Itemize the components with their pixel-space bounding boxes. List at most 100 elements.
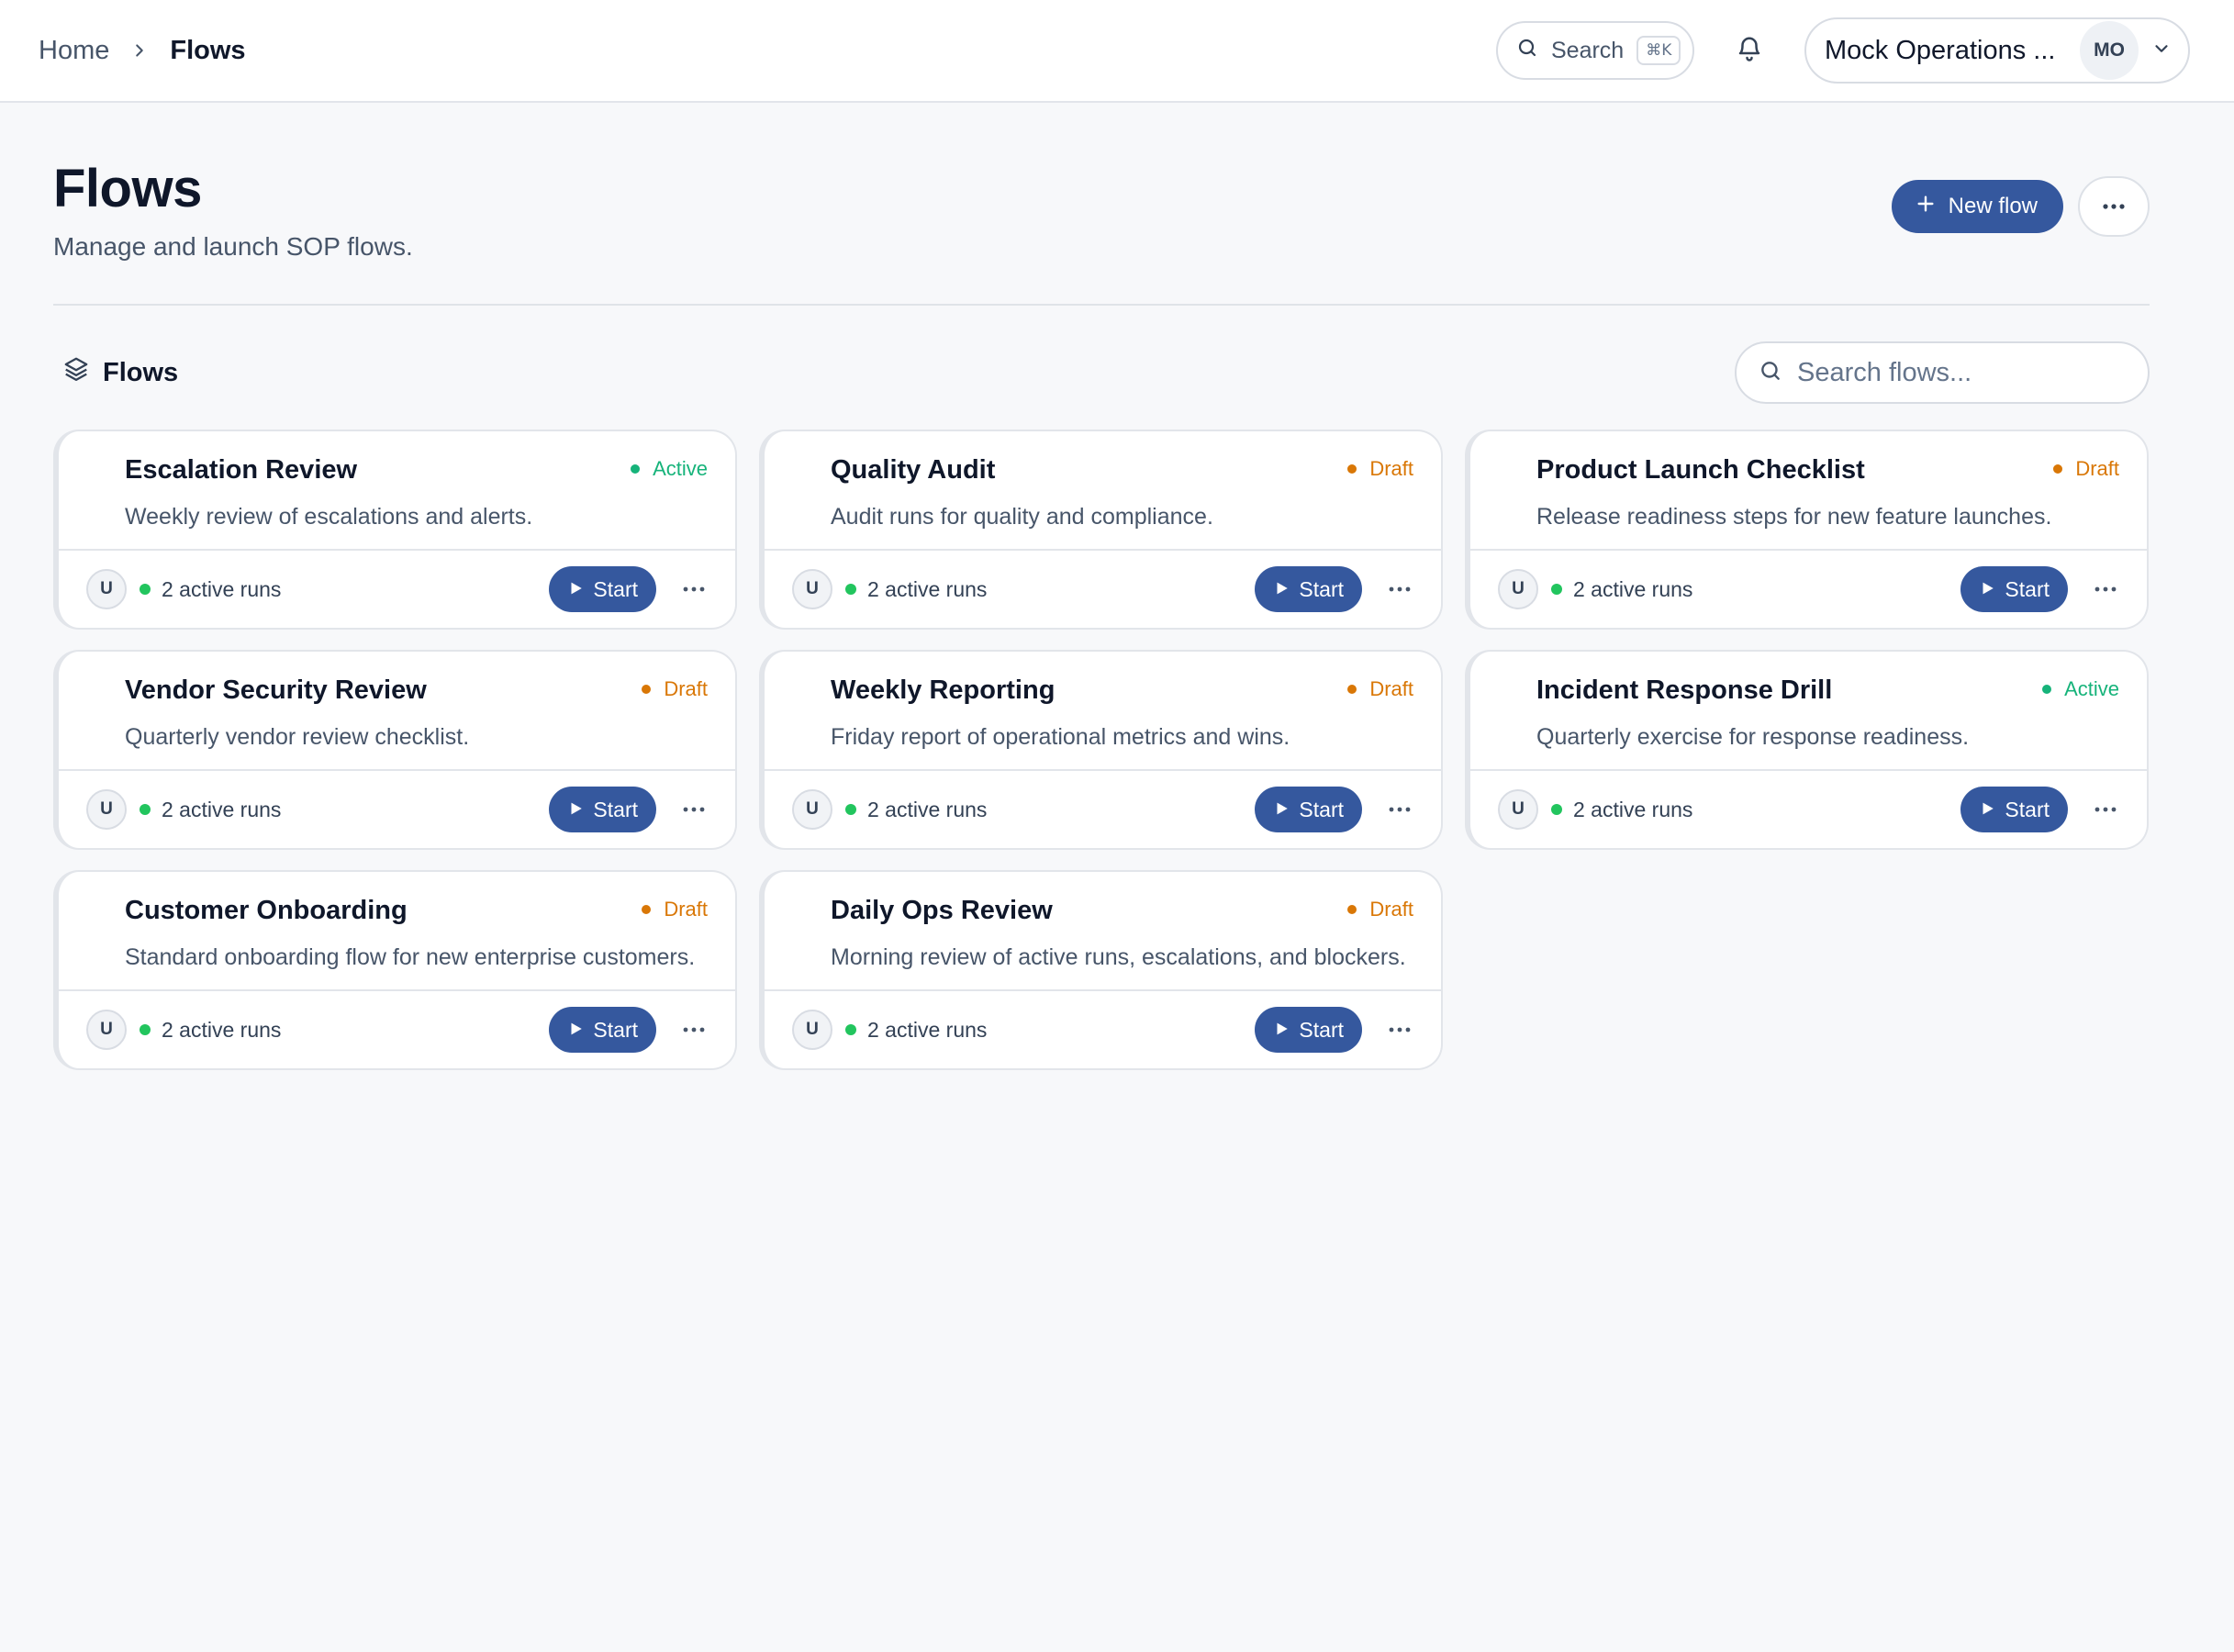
flow-title: Weekly Reporting	[831, 675, 1056, 705]
status-badge: Draft	[1347, 677, 1413, 701]
status-label: Draft	[1369, 898, 1413, 921]
active-runs-count: 2 active runs	[867, 576, 988, 601]
status-label: Draft	[664, 898, 708, 921]
more-horizontal-icon[interactable]	[1384, 1014, 1415, 1045]
search-icon	[1516, 37, 1538, 65]
status-label: Draft	[2075, 457, 2119, 480]
start-label: Start	[2005, 576, 2050, 601]
play-icon	[1273, 577, 1290, 602]
flow-description: Morning review of active runs, escalatio…	[831, 944, 1406, 970]
breadcrumb-home-link[interactable]: Home	[39, 36, 109, 66]
flow-card[interactable]: Daily Ops Review Morning review of activ…	[759, 870, 1443, 1070]
start-button[interactable]: Start	[549, 1007, 656, 1053]
start-label: Start	[593, 1017, 638, 1042]
org-name: Mock Operations ...	[1825, 35, 2056, 65]
flow-title: Quality Audit	[831, 455, 996, 485]
search-shortcut-badge: ⌘K	[1636, 36, 1681, 65]
start-button[interactable]: Start	[1255, 787, 1362, 832]
more-horizontal-icon	[2102, 198, 2126, 215]
header-divider	[53, 304, 2150, 306]
avatar: U	[86, 569, 127, 609]
start-label: Start	[593, 576, 638, 601]
play-icon	[567, 577, 584, 602]
start-button[interactable]: Start	[549, 566, 656, 612]
flow-card[interactable]: Quality Audit Audit runs for quality and…	[759, 430, 1443, 630]
run-status-dot	[140, 1024, 151, 1035]
status-badge: Draft	[1347, 898, 1413, 921]
page-title: Flows	[53, 159, 202, 218]
new-flow-label: New flow	[1948, 194, 2038, 218]
more-horizontal-icon[interactable]	[678, 1014, 709, 1045]
flow-card[interactable]: Vendor Security Review Quarterly vendor …	[53, 650, 737, 850]
flow-card[interactable]: Weekly Reporting Friday report of operat…	[759, 650, 1443, 850]
status-label: Draft	[664, 677, 708, 700]
more-horizontal-icon[interactable]	[1384, 794, 1415, 825]
flow-search	[1735, 341, 2150, 404]
start-button[interactable]: Start	[1960, 787, 2068, 832]
more-horizontal-icon[interactable]	[678, 794, 709, 825]
play-icon	[1979, 577, 1995, 602]
plus-icon	[1916, 194, 1936, 220]
flow-title: Escalation Review	[125, 455, 358, 485]
active-runs-count: 2 active runs	[867, 1017, 988, 1042]
status-label: Active	[2064, 677, 2119, 700]
flow-card[interactable]: Incident Response Drill Quarterly exerci…	[1465, 650, 2149, 850]
global-search-label: Search	[1551, 37, 1625, 63]
avatar: U	[1498, 569, 1538, 609]
flow-description: Quarterly exercise for response readines…	[1536, 724, 1970, 750]
run-status-dot	[1551, 804, 1562, 815]
status-dot	[631, 464, 641, 474]
active-runs-count: 2 active runs	[1573, 797, 1693, 821]
chevron-right-icon	[129, 40, 150, 61]
status-label: Draft	[1369, 677, 1413, 700]
flows-section-bar: Flows	[53, 341, 2150, 404]
start-button[interactable]: Start	[1255, 1007, 1362, 1053]
avatar: U	[792, 569, 832, 609]
status-dot	[1347, 685, 1357, 694]
flow-card[interactable]: Escalation Review Weekly review of escal…	[53, 430, 737, 630]
start-label: Start	[593, 797, 638, 821]
flow-card[interactable]: Product Launch Checklist Release readine…	[1465, 430, 2149, 630]
play-icon	[1979, 798, 1995, 822]
play-icon	[1273, 1018, 1290, 1043]
status-dot	[1347, 905, 1357, 914]
status-dot	[642, 905, 652, 914]
flow-title: Incident Response Drill	[1536, 675, 1833, 705]
flow-description: Weekly review of escalations and alerts.	[125, 504, 533, 530]
play-icon	[567, 1018, 584, 1043]
bell-icon	[1736, 35, 1763, 67]
org-switcher[interactable]: Mock Operations ... MO	[1804, 17, 2190, 84]
org-avatar: MO	[2080, 21, 2139, 80]
status-dot	[2053, 464, 2063, 474]
more-horizontal-icon[interactable]	[678, 574, 709, 605]
section-title: Flows	[53, 355, 178, 390]
flow-card[interactable]: Customer Onboarding Standard onboarding …	[53, 870, 737, 1070]
more-horizontal-icon[interactable]	[2090, 794, 2121, 825]
notifications-button[interactable]	[1731, 32, 1768, 69]
breadcrumb-current: Flows	[170, 35, 246, 65]
more-horizontal-icon[interactable]	[2090, 574, 2121, 605]
new-flow-button[interactable]: New flow	[1891, 180, 2063, 233]
status-badge: Active	[631, 457, 708, 481]
start-button[interactable]: Start	[549, 787, 656, 832]
run-status-dot	[1551, 584, 1562, 595]
run-status-dot	[140, 804, 151, 815]
status-label: Draft	[1369, 457, 1413, 480]
avatar: U	[86, 789, 127, 830]
page-more-button[interactable]	[2078, 176, 2150, 237]
start-button[interactable]: Start	[1960, 566, 2068, 612]
status-badge: Draft	[642, 898, 708, 921]
run-status-dot	[845, 1024, 856, 1035]
more-horizontal-icon[interactable]	[1384, 574, 1415, 605]
flow-title: Product Launch Checklist	[1536, 455, 1865, 485]
run-status-dot	[845, 804, 856, 815]
status-badge: Draft	[642, 677, 708, 701]
active-runs-count: 2 active runs	[867, 797, 988, 821]
status-badge: Draft	[2053, 457, 2119, 481]
flow-title: Vendor Security Review	[125, 675, 427, 705]
avatar: U	[86, 1010, 127, 1050]
flow-description: Audit runs for quality and compliance.	[831, 504, 1213, 530]
start-button[interactable]: Start	[1255, 566, 1362, 612]
flow-search-input[interactable]	[1797, 357, 2126, 388]
global-search-button[interactable]: Search ⌘K	[1496, 21, 1694, 80]
